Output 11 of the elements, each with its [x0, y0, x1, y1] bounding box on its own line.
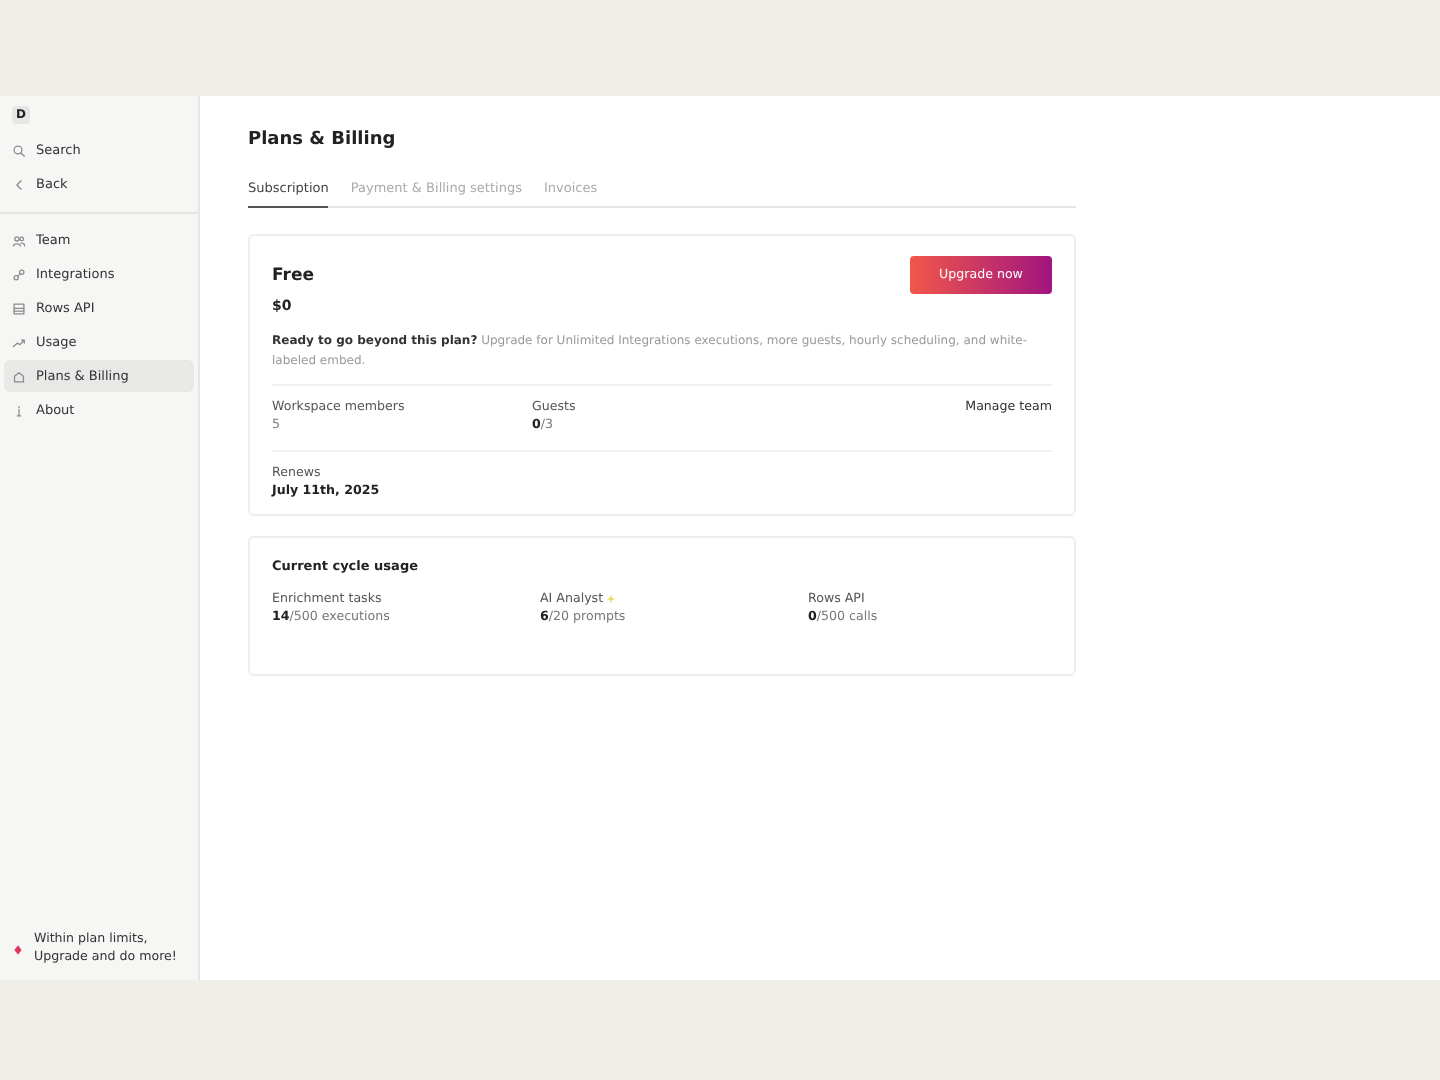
trend-icon: [12, 335, 26, 349]
house-icon: [12, 369, 26, 383]
table-icon: [12, 301, 26, 315]
link-icon: [12, 267, 26, 281]
page-title: Plans & Billing: [248, 130, 398, 150]
people-icon: [12, 233, 26, 247]
diamond-icon: [12, 944, 24, 957]
info-icon: [12, 403, 26, 417]
plan-name: Free: [272, 265, 314, 285]
search-icon: [12, 143, 26, 157]
chevron-left-icon: [12, 177, 26, 191]
